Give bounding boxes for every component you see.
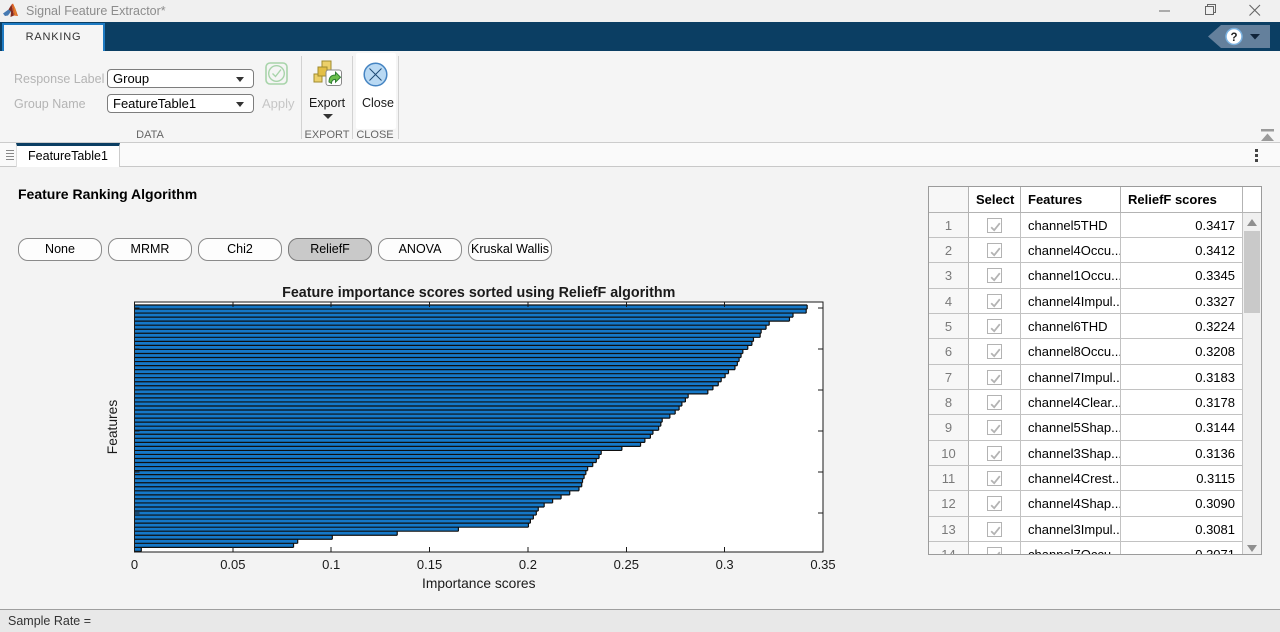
svg-text:0.3: 0.3 (716, 557, 734, 572)
svg-text:0.2: 0.2 (519, 557, 537, 572)
svg-text:?: ? (1230, 32, 1237, 44)
svg-text:Feature importance scores sort: Feature importance scores sorted using R… (282, 285, 675, 301)
svg-text:0.15: 0.15 (417, 557, 442, 572)
svg-text:0.35: 0.35 (810, 557, 835, 572)
svg-text:0: 0 (131, 557, 138, 572)
svg-text:0.05: 0.05 (220, 557, 245, 572)
svg-text:0.1: 0.1 (322, 557, 340, 572)
svg-text:Features: Features (105, 400, 120, 455)
svg-text:0.25: 0.25 (614, 557, 639, 572)
svg-text:Importance scores: Importance scores (422, 576, 536, 591)
